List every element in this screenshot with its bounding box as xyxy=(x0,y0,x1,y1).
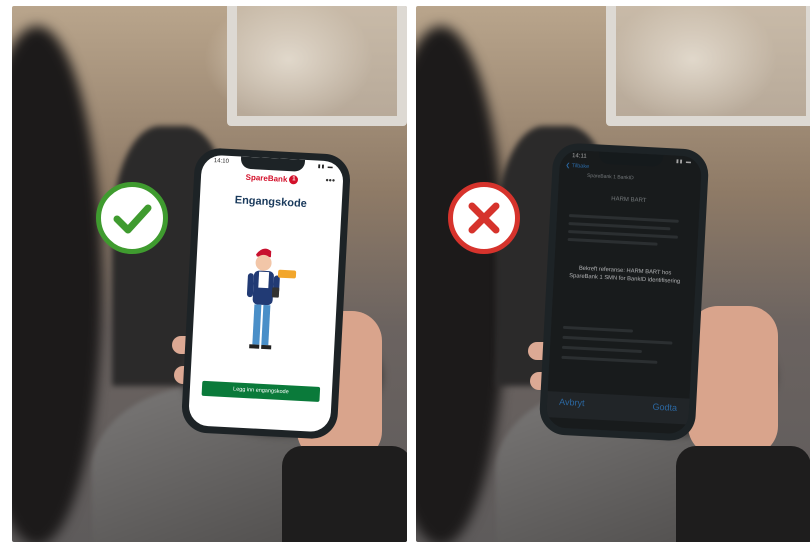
comparison-image: 14:10 ▮▮ ▬ SpareBank 1 ••• Engangskode L… xyxy=(0,0,810,546)
lamp-shape xyxy=(606,6,810,126)
phone-screen: 14:11 ▮▮ ▬ ❮ Tilbake SpareBank 1 BankID … xyxy=(545,149,703,435)
smartphone: 14:10 ▮▮ ▬ SpareBank 1 ••• Engangskode L… xyxy=(180,147,352,440)
bank-name: SpareBank xyxy=(245,172,288,184)
hand xyxy=(688,306,778,456)
photo-wrong-example: 14:11 ▮▮ ▬ ❮ Tilbake SpareBank 1 BankID … xyxy=(416,6,810,542)
cross-icon xyxy=(468,202,500,234)
menu-icon[interactable]: ••• xyxy=(325,175,335,185)
person-illustration xyxy=(246,248,297,350)
bank-mark: 1 xyxy=(289,175,299,185)
phone-screen: 14:10 ▮▮ ▬ SpareBank 1 ••• Engangskode L… xyxy=(188,154,344,433)
checkmark-icon xyxy=(113,204,152,234)
correct-badge xyxy=(96,182,168,254)
phone-notch xyxy=(240,156,306,172)
status-time: 14:10 xyxy=(213,158,230,165)
status-icons: ▮▮ ▬ xyxy=(317,163,334,171)
sleeve-cuff xyxy=(676,446,810,542)
bank-logo: SpareBank 1 xyxy=(201,170,343,187)
screen-title: Engangskode xyxy=(234,194,308,211)
wrong-badge xyxy=(448,182,520,254)
dim-overlay xyxy=(545,149,703,435)
sleeve-cuff xyxy=(282,446,407,542)
enter-code-button[interactable]: Legg inn engangskode xyxy=(201,380,321,402)
smartphone: 14:11 ▮▮ ▬ ❮ Tilbake SpareBank 1 BankID … xyxy=(538,142,710,442)
lamp-shape xyxy=(227,6,407,126)
photo-correct-example: 14:10 ▮▮ ▬ SpareBank 1 ••• Engangskode L… xyxy=(12,6,407,542)
